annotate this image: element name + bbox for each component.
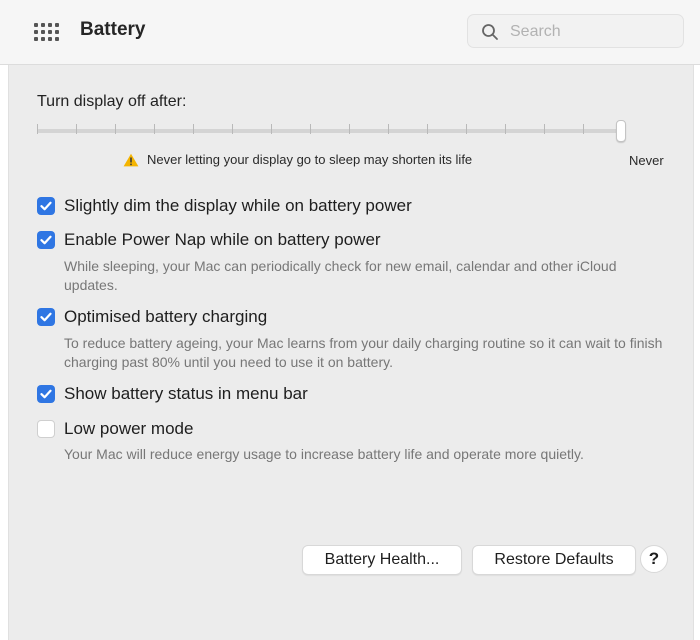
checkmark-icon: [40, 389, 52, 399]
slider-tick: [505, 124, 506, 134]
power-nap-checkbox[interactable]: [37, 231, 55, 249]
slider-tick: [115, 124, 116, 134]
grid-icon[interactable]: [34, 23, 59, 41]
low-power-mode-label: Low power mode: [64, 419, 194, 438]
option-low-power-mode[interactable]: Low power mode: [37, 419, 193, 439]
optimised-charging-checkbox[interactable]: [37, 308, 55, 326]
help-button[interactable]: ?: [640, 545, 668, 573]
search-icon: [482, 24, 498, 40]
dim-display-label: Slightly dim the display while on batter…: [64, 196, 412, 215]
slider-tick: [583, 124, 584, 134]
slider-tick: [154, 124, 155, 134]
search-input[interactable]: [508, 21, 672, 43]
optimised-charging-label: Optimised battery charging: [64, 307, 268, 326]
slider-tick: [427, 124, 428, 134]
display-sleep-label: Turn display off after:: [37, 93, 187, 110]
low-power-mode-checkbox[interactable]: [37, 420, 55, 438]
slider-tick: [349, 124, 350, 134]
power-nap-description: While sleeping, your Mac can periodicall…: [64, 258, 617, 293]
option-menu-bar-status[interactable]: Show battery status in menu bar: [37, 384, 308, 404]
option-optimised-charging[interactable]: Optimised battery charging: [37, 307, 267, 327]
optimised-charging-description: To reduce battery ageing, your Mac learn…: [64, 335, 663, 370]
slider-tick: [388, 124, 389, 134]
option-power-nap[interactable]: Enable Power Nap while on battery power: [37, 230, 381, 250]
menu-bar-status-checkbox[interactable]: [37, 385, 55, 403]
slider-tick: [232, 124, 233, 134]
checkmark-icon: [40, 201, 52, 211]
dim-display-checkbox[interactable]: [37, 197, 55, 215]
slider-tick: [271, 124, 272, 134]
display-sleep-slider-track[interactable]: [37, 129, 621, 133]
slider-tick: [37, 124, 38, 134]
low-power-mode-description: Your Mac will reduce energy usage to inc…: [64, 446, 584, 462]
warning-text: Never letting your display go to sleep m…: [147, 152, 473, 167]
warning-icon: [123, 153, 139, 166]
toolbar: Battery: [0, 0, 700, 65]
restore-defaults-button[interactable]: Restore Defaults: [472, 545, 636, 575]
sleep-warning: Never letting your display go to sleep m…: [123, 152, 472, 167]
power-nap-label: Enable Power Nap while on battery power: [64, 230, 381, 249]
slider-end-label: Never: [629, 153, 664, 168]
menu-bar-status-label: Show battery status in menu bar: [64, 384, 308, 403]
search-field[interactable]: [467, 14, 684, 48]
battery-health-button[interactable]: Battery Health...: [302, 545, 462, 575]
checkmark-icon: [40, 235, 52, 245]
slider-tick: [76, 124, 77, 134]
page-title: Battery: [80, 19, 146, 40]
checkmark-icon: [40, 312, 52, 322]
slider-tick: [310, 124, 311, 134]
option-dim-display[interactable]: Slightly dim the display while on batter…: [37, 196, 412, 216]
display-sleep-slider-thumb[interactable]: [616, 120, 626, 142]
slider-tick: [466, 124, 467, 134]
slider-tick: [544, 124, 545, 134]
slider-tick: [193, 124, 194, 134]
